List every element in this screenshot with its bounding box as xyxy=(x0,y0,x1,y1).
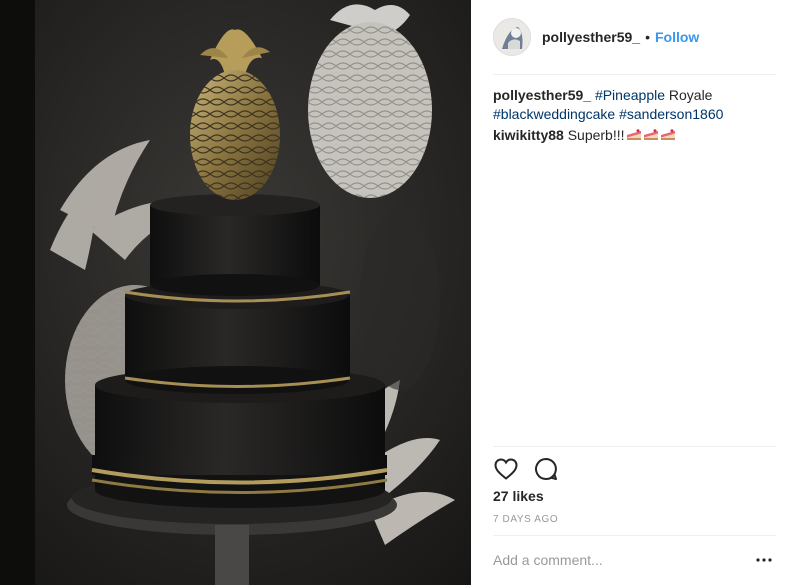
comment-text: Royale xyxy=(665,87,713,103)
cake-slice-emoji-icon xyxy=(626,129,641,140)
cake-emoji-group xyxy=(625,127,676,143)
cake-photo-image xyxy=(0,0,471,585)
post-header: pollyesther59_ • Follow xyxy=(493,14,776,60)
comments-list: pollyesther59_ #Pineapple Royale #blackw… xyxy=(493,86,776,147)
likes-count[interactable]: 27 likes xyxy=(493,488,544,504)
cake-slice-emoji-icon xyxy=(660,129,675,140)
post-timestamp[interactable]: 7 DAYS AGO xyxy=(493,514,558,525)
caption-comment: pollyesther59_ #Pineapple Royale #blackw… xyxy=(493,86,776,124)
post-sidebar: pollyesther59_ • Follow pollyesther59_ #… xyxy=(471,0,800,585)
post-author-username[interactable]: pollyesther59_ xyxy=(542,29,640,45)
like-button[interactable] xyxy=(493,456,519,482)
actions-divider xyxy=(493,446,776,447)
post-actions xyxy=(493,454,573,484)
more-dots-icon xyxy=(756,558,772,562)
post-photo[interactable] xyxy=(0,0,471,585)
hashtag-link[interactable]: #Pineapple xyxy=(595,87,665,103)
comment-input-divider xyxy=(493,535,776,536)
cake-slice-emoji-icon xyxy=(643,129,658,140)
comment-username[interactable]: pollyesther59_ xyxy=(493,87,595,103)
header-separator: • xyxy=(645,29,650,45)
hashtag-link[interactable]: #sanderson1860 xyxy=(619,106,723,122)
follow-button[interactable]: Follow xyxy=(655,29,699,45)
add-comment-input[interactable] xyxy=(493,545,743,575)
comment-bubble-icon xyxy=(535,458,557,480)
comment-username[interactable]: kiwikitty88 xyxy=(493,127,568,143)
profile-avatar-icon[interactable] xyxy=(493,18,531,56)
header-divider xyxy=(493,74,776,75)
more-options-button[interactable] xyxy=(754,550,774,570)
comment-button[interactable] xyxy=(533,456,559,482)
comment-text: Superb!!! xyxy=(567,127,625,143)
hashtag-link[interactable]: #blackweddingcake xyxy=(493,106,615,122)
user-comment: kiwikitty88 Superb!!! xyxy=(493,126,776,145)
heart-icon xyxy=(494,458,518,480)
